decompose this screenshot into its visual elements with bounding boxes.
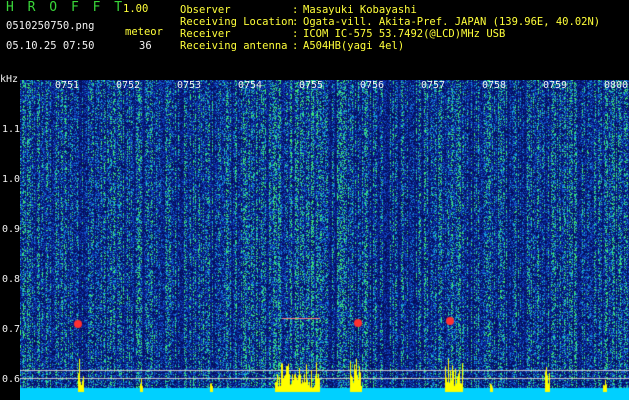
y-axis-unit: kHz (0, 74, 19, 85)
x-tick-label: 0756 (360, 80, 385, 91)
spectrogram (20, 80, 629, 400)
y-tick-label: 0.7 (2, 324, 21, 335)
y-tick-label: 0.8 (2, 274, 21, 285)
date-time: 05.10.25 07:50 (6, 40, 95, 52)
info-value-location: Ogata-vill. Akita-Pref. JAPAN (139.96E, … (303, 16, 601, 28)
app-title: H R O F F T (6, 0, 126, 15)
info-sep: : (292, 16, 299, 28)
x-tick-label: 0757 (421, 80, 446, 91)
meteor-count: 36 (139, 40, 152, 52)
app-version: 1.00 (123, 3, 149, 15)
header-panel: H R O F F T 1.00 0510250750.png meteor 0… (0, 0, 629, 80)
x-tick-label: 0751 (55, 80, 80, 91)
info-sep: : (292, 4, 299, 16)
info-value-antenna: A504HB(yagi 4el) (303, 40, 405, 52)
info-key-observer: Observer (180, 4, 231, 16)
x-tick-label: 0753 (177, 80, 202, 91)
x-tick-label: 0758 (482, 80, 507, 91)
x-tick-label: 0754 (238, 80, 263, 91)
file-name: 0510250750.png (6, 20, 95, 32)
y-tick-label: 0.6 (2, 374, 21, 385)
info-key-receiver: Receiver (180, 28, 231, 40)
x-tick-label: 0759 (543, 80, 568, 91)
info-key-location: Receiving Location (180, 16, 294, 28)
info-value-receiver: ICOM IC-575 53.7492(@LCD)MHz USB (303, 28, 506, 40)
info-value-observer: Masayuki Kobayashi (303, 4, 417, 16)
y-tick-label: 0.9 (2, 224, 21, 235)
info-sep: : (292, 40, 299, 52)
info-key-antenna: Receiving antenna (180, 40, 288, 52)
info-sep: : (292, 28, 299, 40)
x-tick-label: 0800 (604, 80, 629, 91)
y-tick-label: 1.0 (2, 174, 21, 185)
x-tick-label: 0752 (116, 80, 141, 91)
y-tick-label: 1.1 (2, 124, 21, 135)
meteor-label: meteor (125, 26, 163, 38)
x-tick-label: 0755 (299, 80, 324, 91)
